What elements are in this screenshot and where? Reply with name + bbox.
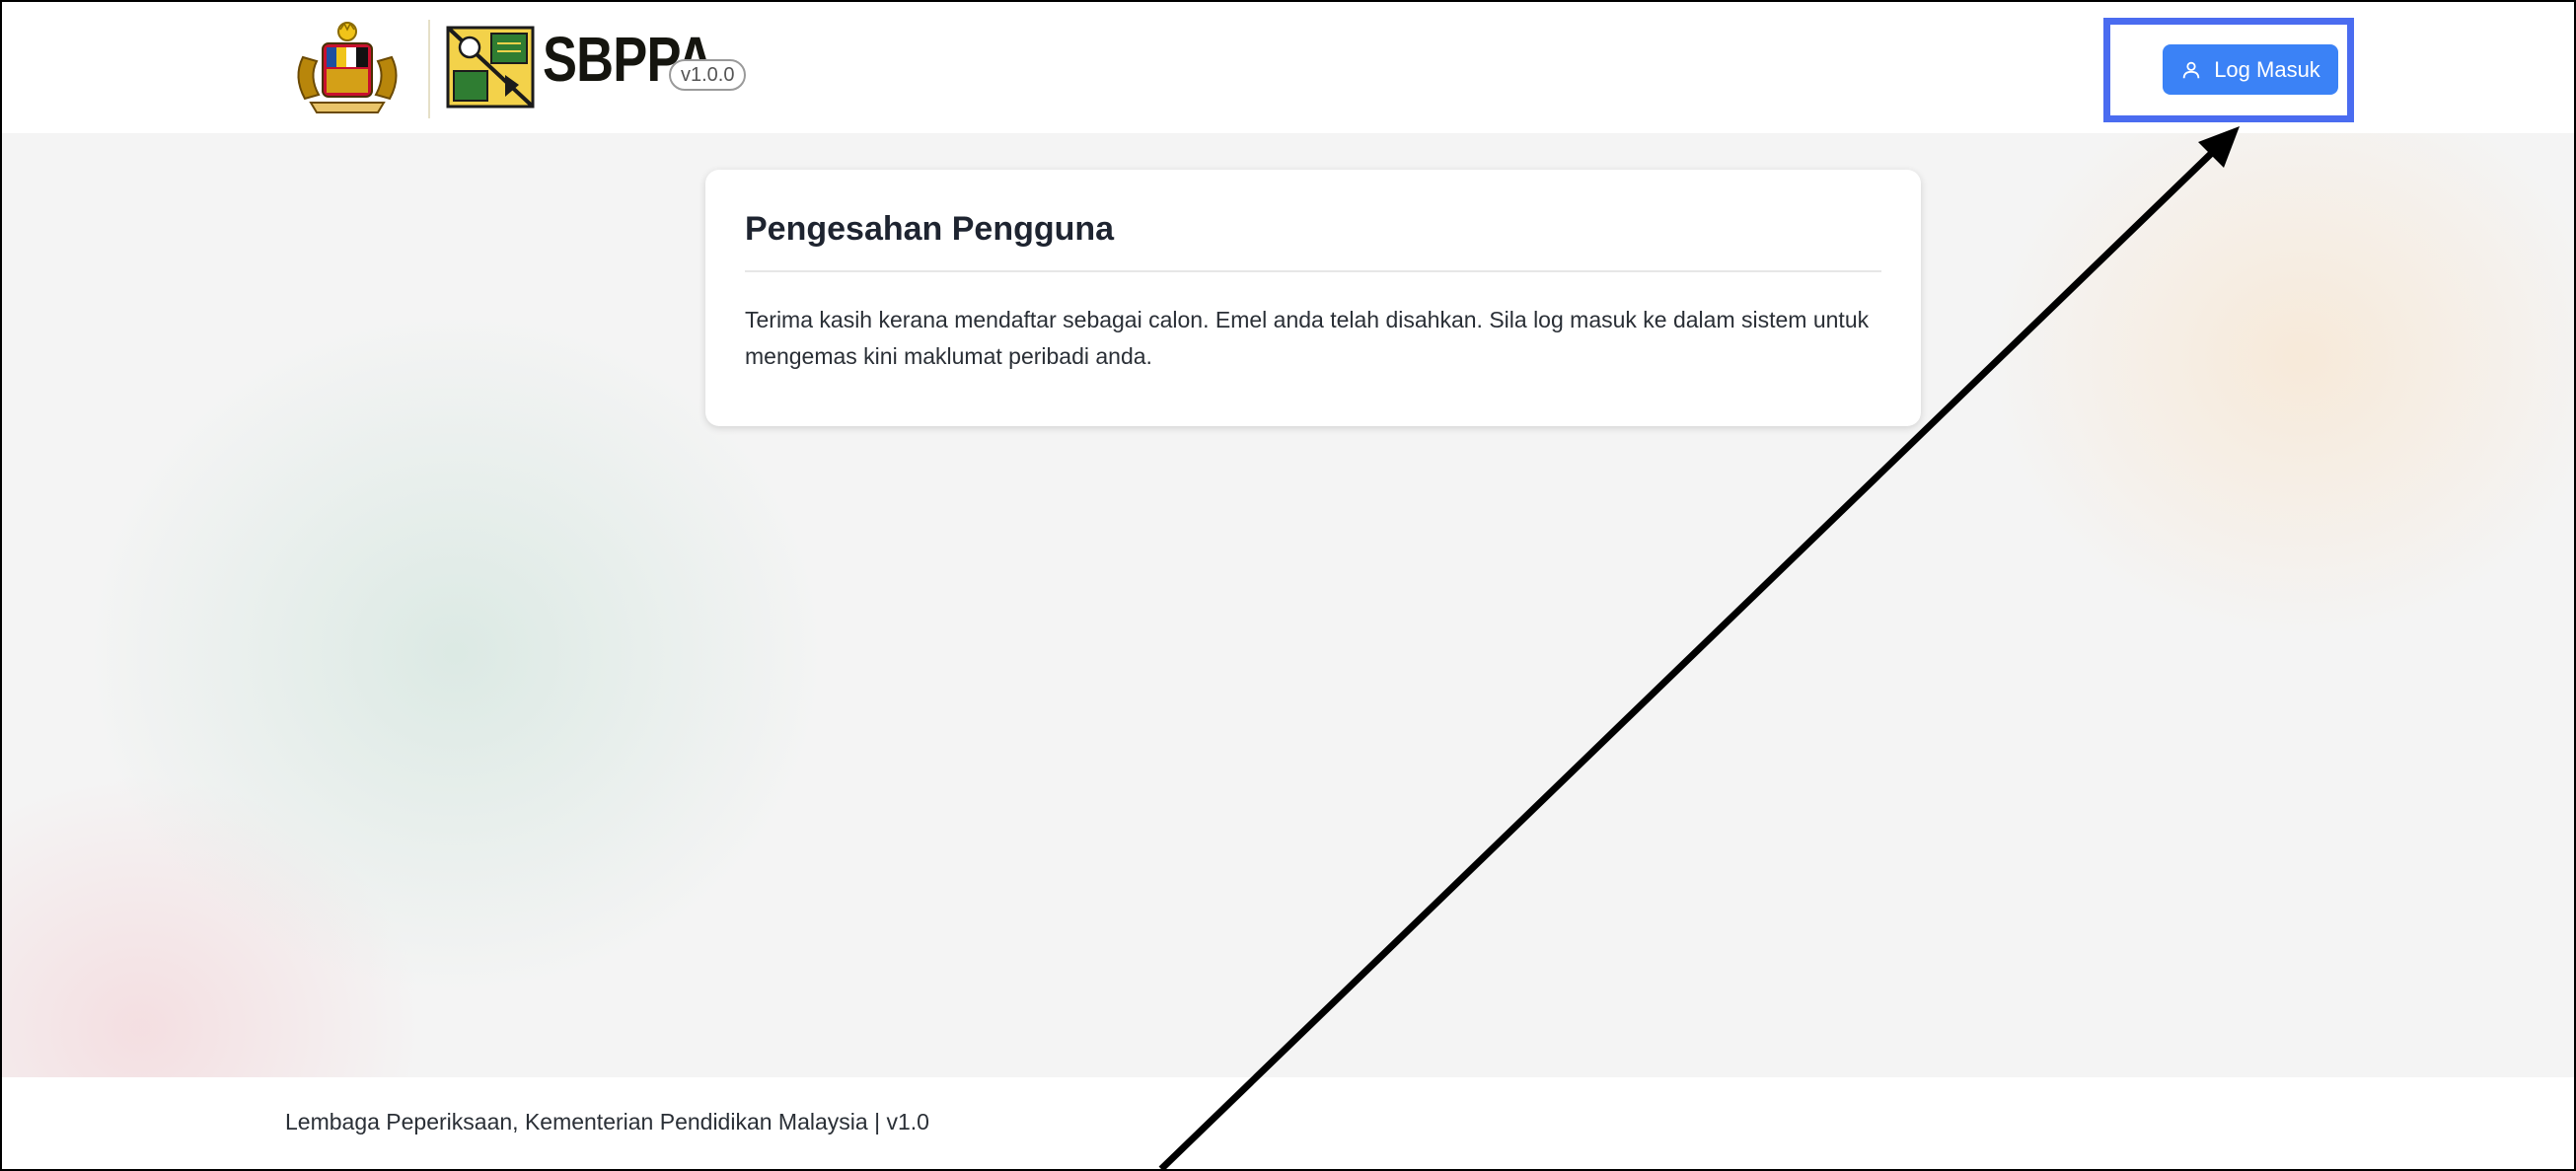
page-footer: Lembaga Peperiksaan, Kementerian Pendidi…: [2, 1077, 2574, 1169]
verification-card: Pengesahan Pengguna Terima kasih kerana …: [705, 170, 1921, 426]
card-divider: [745, 270, 1881, 272]
coat-of-arms-logo: [297, 22, 398, 113]
footer-text: Lembaga Peperiksaan, Kementerian Pendidi…: [285, 1109, 929, 1134]
card-title: Pengesahan Pengguna: [745, 210, 1115, 248]
version-badge: v1.0.0: [669, 59, 747, 91]
login-button[interactable]: Log Masuk: [2163, 44, 2338, 95]
page-frame: SBPPA v1.0.0 Log Masuk Pengesahan Penggu…: [0, 0, 2576, 1171]
login-button-label: Log Masuk: [2214, 56, 2320, 82]
sbppa-app-logo: [446, 26, 535, 109]
top-header: SBPPA v1.0.0 Log Masuk: [2, 2, 2574, 133]
user-icon: [2182, 61, 2200, 78]
card-message: Terima kasih kerana mendaftar sebagai ca…: [745, 307, 1870, 369]
logo-separator: [428, 20, 430, 118]
